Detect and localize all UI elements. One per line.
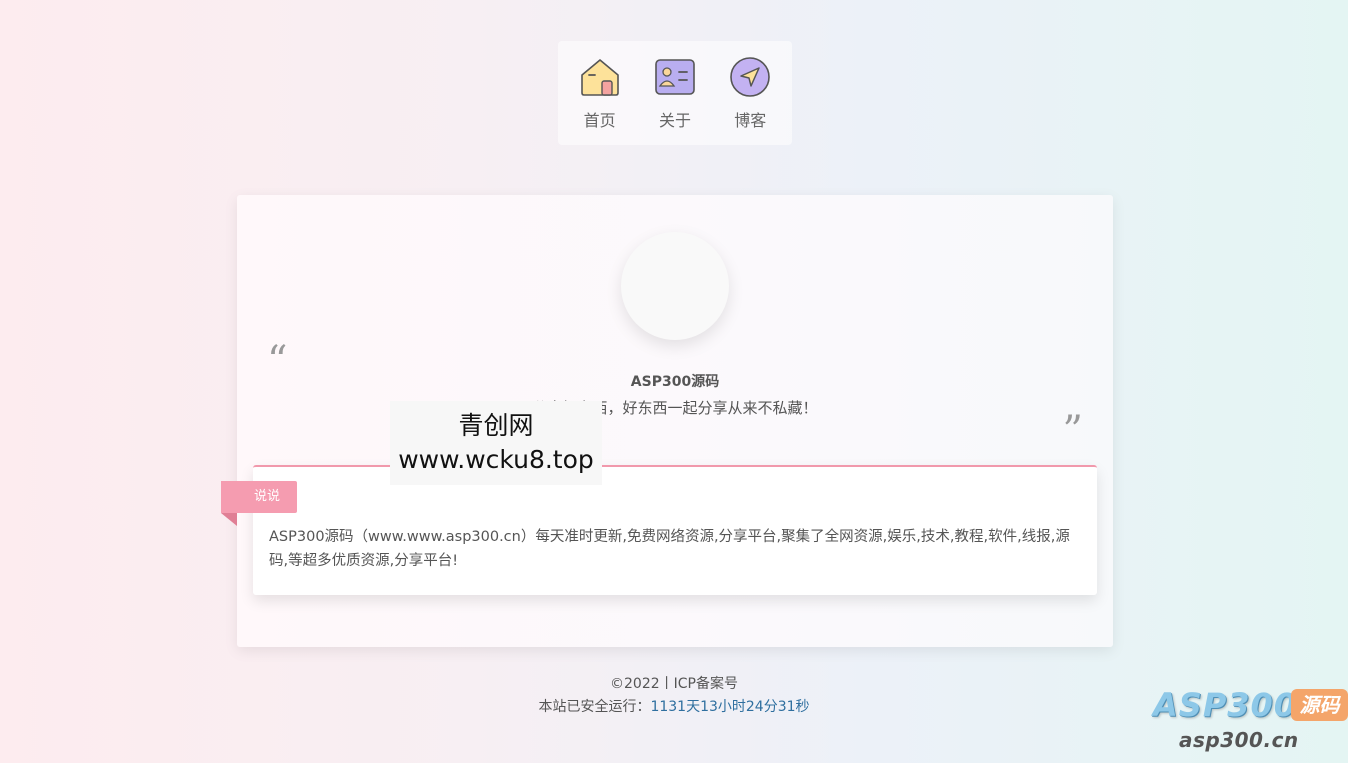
footer-runtime: 本站已安全运行：1131天13小时24分31秒 xyxy=(0,696,1348,719)
profile-name: ASP300源码 xyxy=(630,374,720,390)
nav-item-home[interactable]: 首页 xyxy=(564,55,636,131)
profile-motto: 分享好东西，好东西一起分享从来不私藏！ xyxy=(532,399,818,417)
watermark-url: www.wcku8.top xyxy=(398,445,594,474)
post-tag: 说说 xyxy=(221,481,297,513)
brand-badge: 源码 xyxy=(1291,689,1348,721)
post-card: ASP300源码（www.www.asp300.cn）每天准时更新,免费网络资源… xyxy=(253,465,1097,595)
brand-name: ASP300 xyxy=(1153,686,1298,724)
home-icon xyxy=(578,55,622,99)
watermark-title: 青创网 xyxy=(458,411,534,440)
footer: ©2022丨ICP备案号 本站已安全运行：1131天13小时24分31秒 xyxy=(0,673,1348,719)
brand-url: asp300.cn xyxy=(1179,728,1299,752)
footer-copyright[interactable]: ©2022丨ICP备案号 xyxy=(0,673,1348,696)
post-text: ASP300源码（www.www.asp300.cn）每天准时更新,免费网络资源… xyxy=(269,529,1070,569)
brand-logo: ASP300 源码 asp300.cn xyxy=(1153,686,1348,756)
nav-label-home: 首页 xyxy=(583,111,616,130)
avatar[interactable] xyxy=(621,232,729,340)
id-card-icon xyxy=(653,55,697,99)
runtime-value: 1131天13小时24分31秒 xyxy=(650,699,810,715)
runtime-prefix: 本站已安全运行： xyxy=(538,699,651,715)
nav-item-about[interactable]: 关于 xyxy=(639,55,711,131)
top-nav: 首页 关于 博客 xyxy=(558,41,792,145)
post-tag-fold xyxy=(221,513,237,526)
nav-item-blog[interactable]: 博客 xyxy=(714,55,786,131)
nav-label-blog: 博客 xyxy=(734,111,767,130)
close-quote-icon: ” xyxy=(1062,408,1083,454)
nav-label-about: 关于 xyxy=(658,111,691,130)
navigation-arrow-icon xyxy=(728,55,772,99)
watermark-overlay: 青创网 www.wcku8.top xyxy=(390,401,602,485)
